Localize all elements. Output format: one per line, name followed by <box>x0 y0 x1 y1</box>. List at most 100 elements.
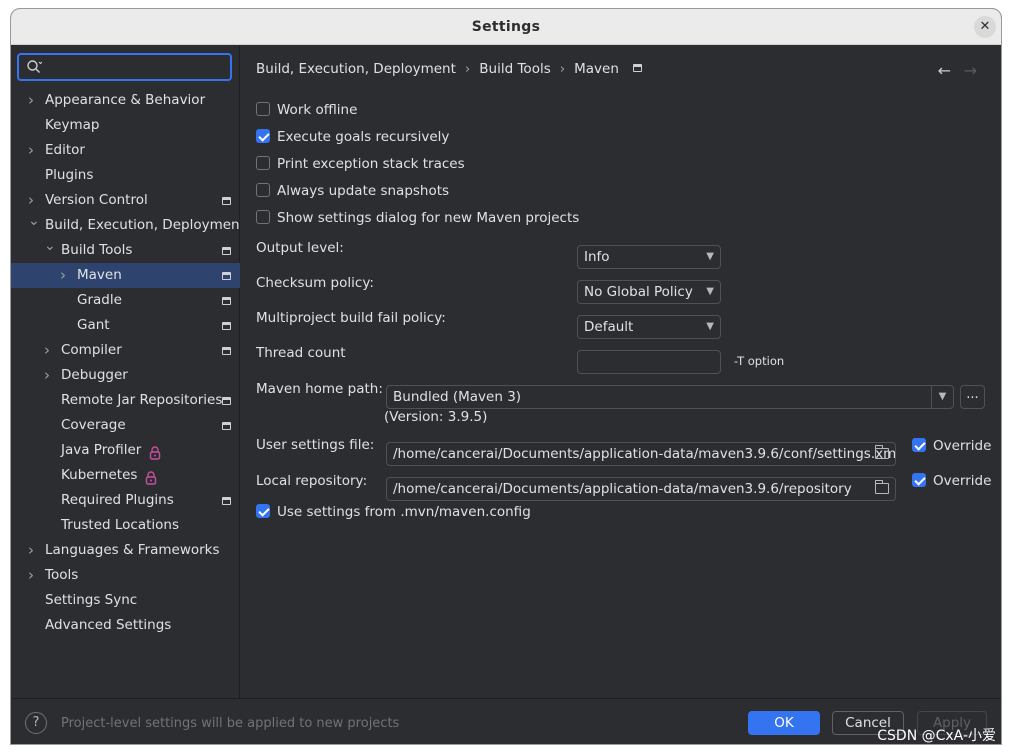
sidebar-item-appearance-behavior[interactable]: › Appearance & Behavior <box>11 88 240 113</box>
use-mvn-config-label: Use settings from .mvn/maven.config <box>277 504 531 520</box>
sidebar-item-keymap[interactable]: Keymap <box>11 113 240 138</box>
use-mvn-config-checkbox[interactable] <box>256 504 270 518</box>
always-update-option[interactable]: Always update snapshots <box>256 183 449 199</box>
sidebar-item-languages-frameworks[interactable]: › Languages & Frameworks <box>11 538 240 563</box>
sidebar-item-build-tools[interactable]: ⌄ Build Tools <box>11 238 240 263</box>
sidebar-item-label: Keymap <box>45 117 100 133</box>
user-settings-value: /home/cancerai/Documents/application-dat… <box>393 446 896 462</box>
sidebar-item-tools[interactable]: › Tools <box>11 563 240 588</box>
project-scope-icon <box>222 397 231 405</box>
sidebar-item-label: Appearance & Behavior <box>45 92 206 108</box>
sidebar-item-gradle[interactable]: Gradle <box>11 288 240 313</box>
close-button[interactable]: ✕ <box>974 16 996 38</box>
use-mvn-config-option[interactable]: Use settings from .mvn/maven.config <box>256 504 531 520</box>
project-scope-icon <box>222 347 231 355</box>
sidebar-item-gant[interactable]: Gant <box>11 313 240 338</box>
maven-home-value: Bundled (Maven 3) <box>393 389 522 405</box>
local-repo-input[interactable]: /home/cancerai/Documents/application-dat… <box>386 477 896 501</box>
sidebar-item-coverage[interactable]: Coverage <box>11 413 240 438</box>
chevron-right-icon[interactable]: › <box>28 138 38 163</box>
breadcrumb-separator: › <box>559 61 566 77</box>
sidebar-item-label: Settings Sync <box>45 592 138 608</box>
chevron-right-icon[interactable]: › <box>28 88 38 113</box>
execute-recursively-checkbox[interactable] <box>256 129 270 143</box>
chevron-down-icon[interactable]: ⌄ <box>44 234 56 259</box>
sidebar-item-debugger[interactable]: › Debugger <box>11 363 240 388</box>
lock-icon <box>145 469 157 485</box>
show-dialog-checkbox[interactable] <box>256 210 270 224</box>
sidebar-item-maven[interactable]: › Maven <box>11 263 240 288</box>
execute-recursively-label: Execute goals recursively <box>277 129 450 145</box>
work-offline-checkbox[interactable] <box>256 102 270 116</box>
sidebar-item-advanced-settings[interactable]: Advanced Settings <box>11 613 240 638</box>
user-settings-override-label: Override <box>933 438 992 454</box>
sidebar-item-settings-sync[interactable]: Settings Sync <box>11 588 240 613</box>
sidebar-item-version-control[interactable]: › Version Control <box>11 188 240 213</box>
window-title: Settings <box>471 19 541 35</box>
maven-home-combo[interactable]: Bundled (Maven 3) ▼ <box>386 385 954 409</box>
sidebar-item-java-profiler[interactable]: Java Profiler <box>11 438 240 463</box>
fail-policy-select[interactable]: Default ▼ <box>577 315 721 339</box>
execute-recursively-option[interactable]: Execute goals recursively <box>256 129 449 145</box>
sidebar-item-editor[interactable]: › Editor <box>11 138 240 163</box>
chevron-right-icon[interactable]: › <box>44 363 54 388</box>
watermark: CSDN @CxA-小爱 <box>877 728 996 744</box>
print-stack-traces-label: Print exception stack traces <box>277 156 465 172</box>
sidebar-item-trusted-locations[interactable]: Trusted Locations <box>11 513 240 538</box>
thread-count-hint: -T option <box>734 354 785 368</box>
local-repo-override[interactable]: Override <box>912 473 991 489</box>
local-repo-override-label: Override <box>933 473 992 489</box>
checksum-policy-select[interactable]: No Global Policy ▼ <box>577 280 721 304</box>
local-repo-override-checkbox[interactable] <box>912 473 926 487</box>
chevron-down-icon[interactable]: ▼ <box>931 386 953 408</box>
sidebar-item-label: Gradle <box>77 292 122 308</box>
sidebar-item-label: Plugins <box>45 167 94 183</box>
maven-home-label: Maven home path: <box>256 381 383 397</box>
project-scope-icon <box>222 422 231 430</box>
sidebar-item-remote-jar-repositories[interactable]: Remote Jar Repositories <box>11 388 240 413</box>
print-stack-traces-option[interactable]: Print exception stack traces <box>256 156 465 172</box>
user-settings-override-checkbox[interactable] <box>912 438 926 452</box>
output-level-label: Output level: <box>256 240 344 256</box>
print-stack-traces-checkbox[interactable] <box>256 156 270 170</box>
sidebar-item-required-plugins[interactable]: Required Plugins <box>11 488 240 513</box>
help-icon[interactable]: ? <box>25 712 47 734</box>
chevron-right-icon[interactable]: › <box>28 563 38 588</box>
sidebar-item-label: Maven <box>77 267 122 283</box>
sidebar-item-plugins[interactable]: Plugins <box>11 163 240 188</box>
settings-window: Settings ✕ › Appearance & Behavior Keymap ›… <box>10 8 1002 745</box>
sidebar-item-compiler[interactable]: › Compiler <box>11 338 240 363</box>
user-settings-input[interactable]: /home/cancerai/Documents/application-dat… <box>386 442 896 466</box>
folder-icon[interactable] <box>875 445 889 459</box>
always-update-checkbox[interactable] <box>256 183 270 197</box>
sidebar-item-label: Languages & Frameworks <box>45 542 220 558</box>
breadcrumb-item-build-tools[interactable]: Build Tools <box>479 61 550 77</box>
chevron-down-icon[interactable]: ⌄ <box>28 209 40 234</box>
user-settings-override[interactable]: Override <box>912 438 991 454</box>
folder-icon[interactable] <box>875 480 889 494</box>
sidebar-item-kubernetes[interactable]: Kubernetes <box>11 463 240 488</box>
ok-button[interactable]: OK <box>748 711 820 735</box>
checksum-policy-label: Checksum policy: <box>256 275 374 291</box>
search-field[interactable] <box>17 53 232 81</box>
sidebar-item-label: Version Control <box>45 192 148 208</box>
thread-count-input[interactable] <box>577 350 721 374</box>
output-level-value: Info <box>584 249 610 265</box>
forward-arrow-icon: → <box>963 61 977 80</box>
project-scope-icon <box>222 197 231 205</box>
sidebar-item-label: Coverage <box>61 417 126 433</box>
sidebar-item-label: Build Tools <box>61 242 133 258</box>
back-arrow-icon[interactable]: ← <box>938 61 951 80</box>
show-dialog-option[interactable]: Show settings dialog for new Maven proje… <box>256 210 579 226</box>
output-level-select[interactable]: Info ▼ <box>577 245 721 269</box>
chevron-right-icon[interactable]: › <box>28 538 38 563</box>
maven-home-browse-button[interactable]: ... <box>960 385 985 409</box>
breadcrumb-item-build-execution[interactable]: Build, Execution, Deployment <box>256 61 456 77</box>
chevron-right-icon[interactable]: › <box>60 263 70 288</box>
breadcrumb-item-maven: Maven <box>574 61 619 77</box>
search-icon <box>27 60 42 73</box>
dialog-footer: ? Project-level settings will be applied… <box>11 698 1001 744</box>
project-scope-icon <box>222 322 231 330</box>
chevron-right-icon[interactable]: › <box>44 338 54 363</box>
work-offline-option[interactable]: Work offline <box>256 102 357 118</box>
